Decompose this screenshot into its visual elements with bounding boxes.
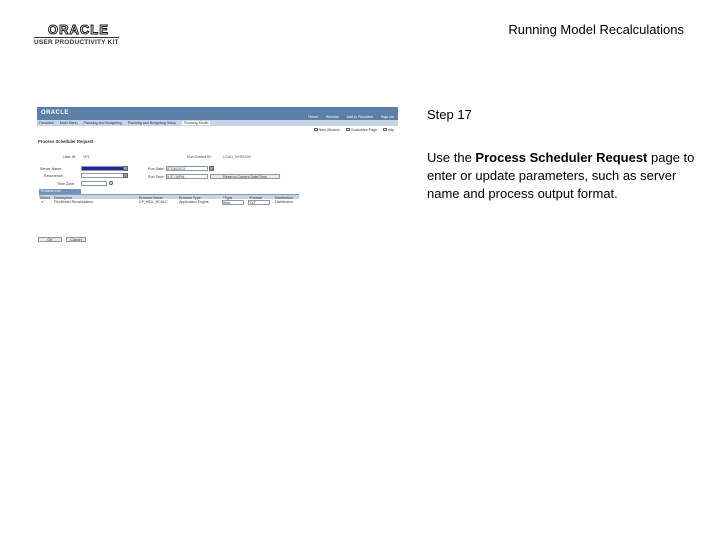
app-header: ORACLE Home Worklist Add to Favorites Si… bbox=[37, 107, 398, 120]
ok-button[interactable]: OK bbox=[38, 237, 62, 242]
nav-item-active[interactable]: Running Model bbox=[182, 121, 211, 125]
format-value: TXT bbox=[249, 201, 256, 205]
logo-divider bbox=[34, 37, 119, 38]
process-list-grid: Process List Select Description Process … bbox=[39, 189, 299, 206]
row-select-checkbox[interactable]: ✓ bbox=[41, 200, 44, 204]
row-description: FlexModel Recalculation bbox=[54, 200, 94, 204]
format-select[interactable]: TXT bbox=[248, 200, 270, 205]
description-text: Use the bbox=[427, 150, 476, 165]
top-link-favorites[interactable]: Add to Favorites bbox=[347, 115, 373, 119]
page-title: Running Model Recalculations bbox=[508, 22, 684, 37]
top-link-worklist[interactable]: Worklist bbox=[326, 115, 339, 119]
run-time-label: Run Time: bbox=[148, 175, 165, 179]
time-zone-label: Time Zone: bbox=[57, 182, 76, 186]
top-link-signout[interactable]: Sign out bbox=[381, 115, 394, 119]
description-emphasis: Process Scheduler Request bbox=[475, 150, 648, 165]
customize-icon bbox=[345, 128, 350, 131]
calendar-icon[interactable] bbox=[209, 166, 214, 171]
user-id-label: User ID: bbox=[63, 155, 77, 159]
logo-brand: ORACLE bbox=[48, 22, 109, 38]
server-name-label: Server Name: bbox=[40, 167, 63, 171]
logo-product: USER PRODUCTIVITY KIT bbox=[34, 39, 119, 46]
run-control-label: Run Control ID: bbox=[187, 155, 212, 159]
run-time-input[interactable]: 5:37:30PM bbox=[166, 174, 208, 179]
dropdown-arrow-icon[interactable] bbox=[123, 166, 128, 171]
top-link-home[interactable]: Home bbox=[308, 115, 318, 119]
nav-item[interactable]: Main Menu bbox=[60, 121, 78, 125]
process-request-title: Process Scheduler Request bbox=[38, 139, 94, 144]
search-icon[interactable] bbox=[109, 181, 113, 185]
link-icon bbox=[383, 128, 387, 131]
step-number: Step 17 bbox=[427, 107, 472, 122]
app-brand: ORACLE bbox=[41, 110, 69, 116]
toolbar-http[interactable]: http bbox=[383, 128, 394, 132]
page-toolbar: New Window Customize Page http bbox=[313, 128, 394, 132]
toolbar-label: Customize Page bbox=[350, 128, 377, 132]
toolbar-customize[interactable]: Customize Page bbox=[345, 128, 377, 132]
run-date-label: Run Date: bbox=[148, 167, 165, 171]
window-icon bbox=[313, 128, 318, 131]
toolbar-new-window[interactable]: New Window bbox=[313, 128, 340, 132]
type-value: Web bbox=[223, 201, 231, 205]
nav-item[interactable]: Planning and Budgeting bbox=[84, 121, 122, 125]
run-date-input[interactable]: 07/16/2013 bbox=[166, 166, 208, 171]
step-description: Use the Process Scheduler Request page t… bbox=[427, 149, 697, 203]
cancel-button[interactable]: Cancel bbox=[66, 237, 86, 242]
oracle-upk-logo: ORACLE USER PRODUCTIVITY KIT bbox=[34, 22, 126, 48]
type-select[interactable]: Web bbox=[222, 200, 244, 205]
nav-item[interactable]: Planning and Budgeting Setup bbox=[128, 121, 177, 125]
row-distribution-link[interactable]: Distribution bbox=[275, 200, 293, 204]
screenshot-thumbnail: ORACLE Home Worklist Add to Favorites Si… bbox=[37, 107, 398, 247]
row-process-type: Application Engine bbox=[179, 200, 209, 204]
toolbar-label: http bbox=[388, 128, 394, 132]
dropdown-arrow-icon[interactable] bbox=[123, 173, 128, 178]
row-process-name: CP_MDL_RCALC bbox=[139, 200, 168, 204]
top-links: Home Worklist Add to Favorites Sign out bbox=[308, 115, 394, 119]
reset-datetime-button[interactable]: Reset to Current Date/Time bbox=[210, 174, 280, 179]
breadcrumb-nav: Favorites Main Menu Planning and Budgeti… bbox=[37, 120, 398, 126]
run-date-value: 07/16/2013 bbox=[167, 167, 185, 171]
time-zone-input[interactable] bbox=[81, 181, 107, 186]
run-time-value: 5:37:30PM bbox=[167, 175, 185, 179]
table-row: ✓ FlexModel Recalculation CP_MDL_RCALC A… bbox=[39, 199, 299, 206]
server-name-select[interactable] bbox=[81, 166, 127, 171]
nav-item[interactable]: Favorites bbox=[39, 121, 54, 125]
user-id-value: VP1 bbox=[83, 155, 90, 159]
run-control-value: LOAD_VERSION bbox=[223, 155, 251, 159]
recurrence-select[interactable] bbox=[81, 173, 127, 178]
recurrence-label: Recurrence: bbox=[44, 174, 64, 178]
toolbar-label: New Window bbox=[318, 128, 340, 132]
